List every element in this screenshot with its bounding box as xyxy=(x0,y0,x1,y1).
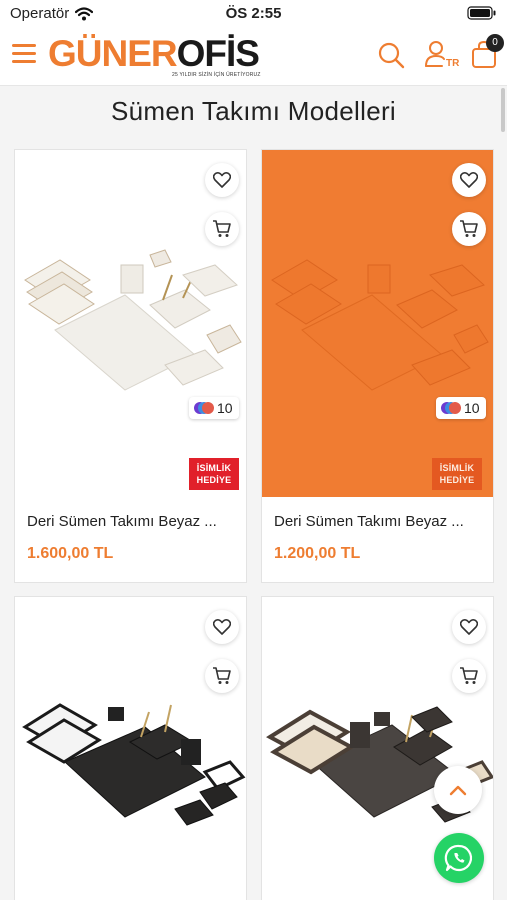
color-swatch-icon xyxy=(441,402,461,414)
product-price: 1.600,00 TL xyxy=(27,545,114,562)
product-image[interactable] xyxy=(15,597,246,900)
add-to-cart-icon[interactable] xyxy=(205,212,239,246)
hamburger-menu-icon[interactable] xyxy=(12,44,36,66)
battery-icon xyxy=(467,6,496,20)
gift-badge: İSİMLİK HEDİYE xyxy=(432,458,482,490)
color-count-badge: 10 xyxy=(189,397,239,419)
product-name[interactable]: Deri Sümen Takımı Beyaz ... xyxy=(27,513,217,530)
color-count: 10 xyxy=(464,400,480,416)
product-card[interactable]: 10 İSİMLİK HEDİYE Deri Sümen Takımı Beyaz… xyxy=(14,149,247,583)
favorite-heart-icon[interactable] xyxy=(205,163,239,197)
favorite-heart-icon[interactable] xyxy=(452,610,486,644)
product-image[interactable] xyxy=(15,150,246,497)
whatsapp-icon xyxy=(444,844,473,872)
product-card[interactable] xyxy=(14,596,247,900)
brand-tagline: 25 YILDIR SİZİN İÇİN ÜRETİYORUZ xyxy=(172,72,261,78)
status-right xyxy=(467,6,497,25)
brand-right: OFİS xyxy=(176,33,260,74)
product-card[interactable]: 10 İSİMLİK HEDİYE Deri Sümen Takımı Beyaz… xyxy=(261,149,494,583)
app-header: GÜNEROFİS 25 YILDIR SİZİN İÇİN ÜRETİYORU… xyxy=(0,28,507,86)
chevron-up-icon xyxy=(449,785,467,796)
scroll-to-top-button[interactable] xyxy=(434,766,482,814)
gift-badge: İSİMLİK HEDİYE xyxy=(189,458,239,490)
language-label[interactable]: TR xyxy=(446,58,459,69)
logo-text: GÜNEROFİS xyxy=(48,33,260,74)
add-to-cart-icon[interactable] xyxy=(452,212,486,246)
product-image[interactable] xyxy=(262,150,493,497)
brand-left: GÜNER xyxy=(48,33,178,74)
favorite-heart-icon[interactable] xyxy=(205,610,239,644)
favorite-heart-icon[interactable] xyxy=(452,163,486,197)
whatsapp-chat-button[interactable] xyxy=(434,833,484,883)
brand-logo[interactable]: GÜNEROFİS 25 YILDIR SİZİN İÇİN ÜRETİYORU… xyxy=(48,33,260,82)
color-count-badge: 10 xyxy=(436,397,486,419)
search-icon[interactable] xyxy=(376,40,406,70)
color-swatch-icon xyxy=(194,402,214,414)
page-title: Sümen Takımı Modelleri xyxy=(110,96,396,126)
product-price: 1.200,00 TL xyxy=(274,545,361,562)
cart-count-badge: 0 xyxy=(486,34,504,52)
status-bar: Operatör ÖS 2:55 xyxy=(0,0,507,28)
status-time: ÖS 2:55 xyxy=(225,5,282,22)
color-count: 10 xyxy=(217,400,233,416)
product-name[interactable]: Deri Sümen Takımı Beyaz ... xyxy=(274,513,464,530)
add-to-cart-icon[interactable] xyxy=(205,659,239,693)
add-to-cart-icon[interactable] xyxy=(452,659,486,693)
